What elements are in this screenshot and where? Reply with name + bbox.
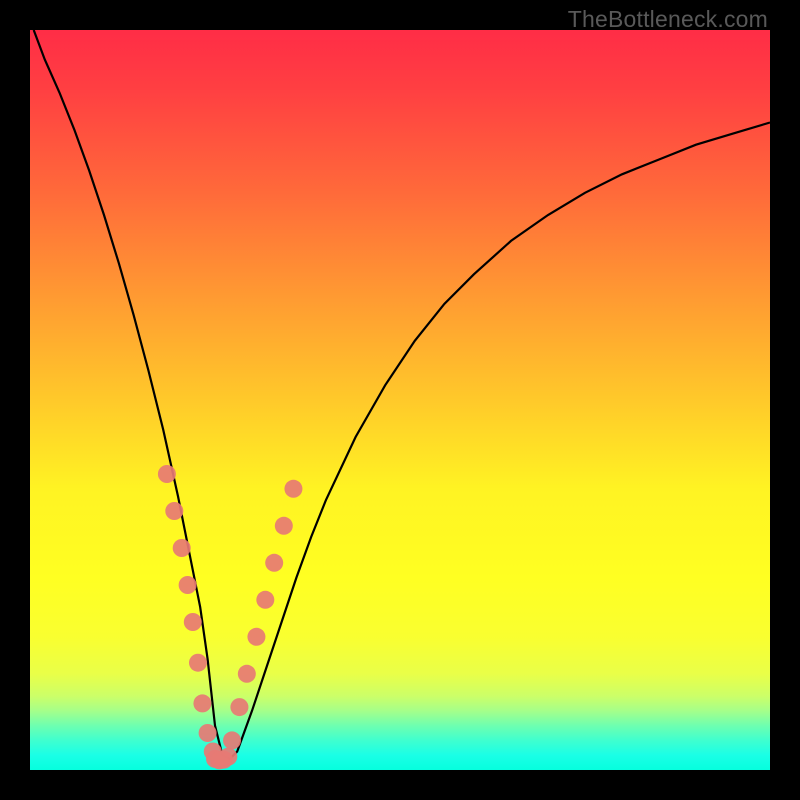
data-point bbox=[219, 748, 237, 766]
data-point bbox=[284, 480, 302, 498]
data-point bbox=[265, 554, 283, 572]
watermark-text: TheBottleneck.com bbox=[568, 6, 768, 33]
data-points-right-branch bbox=[223, 480, 302, 750]
data-point bbox=[173, 539, 191, 557]
data-point bbox=[189, 654, 207, 672]
data-point bbox=[247, 628, 265, 646]
data-point bbox=[165, 502, 183, 520]
chart-frame: TheBottleneck.com bbox=[0, 0, 800, 800]
data-point bbox=[223, 731, 241, 749]
data-point bbox=[230, 698, 248, 716]
bottleneck-curve bbox=[34, 30, 770, 759]
plot-area bbox=[30, 30, 770, 770]
data-point bbox=[179, 576, 197, 594]
data-point bbox=[256, 591, 274, 609]
data-point bbox=[184, 613, 202, 631]
data-point bbox=[199, 724, 217, 742]
data-point bbox=[275, 517, 293, 535]
data-point bbox=[158, 465, 176, 483]
chart-svg bbox=[30, 30, 770, 770]
data-point bbox=[193, 694, 211, 712]
data-points-left-branch bbox=[158, 465, 222, 761]
data-point bbox=[238, 665, 256, 683]
